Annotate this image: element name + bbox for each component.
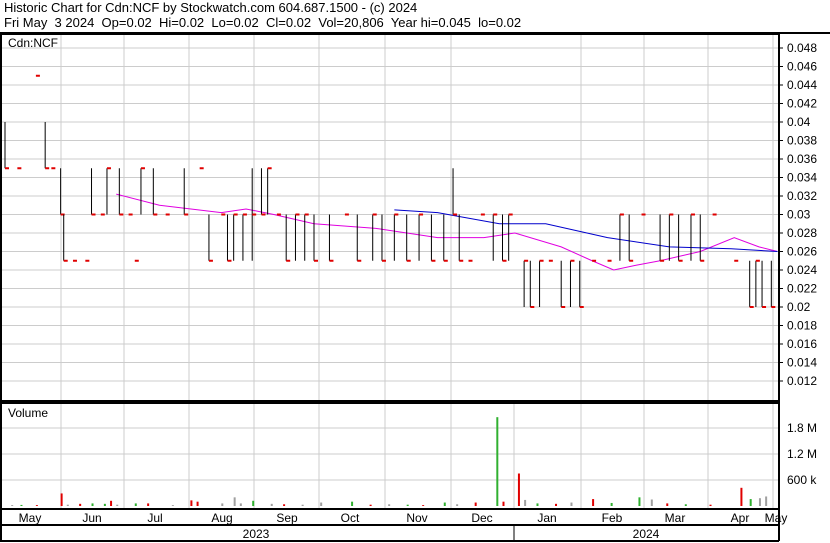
volume-bar <box>474 502 477 506</box>
volume-bar <box>502 501 505 506</box>
month-label: May <box>765 511 788 525</box>
stock-chart: Historic Chart for Cdn:NCF by Stockwatch… <box>0 0 830 543</box>
volume-bar <box>709 504 712 506</box>
volume-bar <box>320 502 323 506</box>
price-panel-border <box>0 33 780 402</box>
month-label: Apr <box>731 511 750 525</box>
volume-bar <box>758 498 761 506</box>
volume-bar <box>60 493 63 506</box>
volume-bar <box>190 500 193 506</box>
volume-bar <box>283 504 286 506</box>
volume-bar <box>443 502 446 506</box>
volume-bar <box>749 499 752 506</box>
volume-bar <box>555 503 558 506</box>
volume-bar <box>79 503 82 506</box>
volume-bar <box>592 499 595 506</box>
volume-bar <box>517 473 520 506</box>
moving-average-long <box>394 209 778 252</box>
volume-bar <box>20 504 23 506</box>
price-tick-label: 0.032 <box>787 189 817 203</box>
volume-bar <box>171 505 174 506</box>
volume-tick-label: 1.2 M <box>787 447 817 461</box>
volume-bar <box>610 502 613 506</box>
price-tick-label: 0.042 <box>787 97 817 111</box>
price-tick-label: 0.036 <box>787 152 817 166</box>
month-label: Sep <box>276 511 298 525</box>
price-tick-label: 0.048 <box>787 41 817 55</box>
volume-bar <box>351 501 354 506</box>
month-label: Dec <box>471 511 492 525</box>
month-label: May <box>19 511 42 525</box>
chart-canvas: 0.048 0.046 0.044 0.042 0.04 0.038 0.036 0.034 0… <box>0 32 830 542</box>
volume-bar <box>116 504 119 506</box>
volume-bar <box>570 502 573 506</box>
price-tick-label: 0.028 <box>787 226 817 240</box>
volume-bar <box>221 503 224 506</box>
volume-bar <box>524 499 527 506</box>
price-tick-label: 0.026 <box>787 245 817 259</box>
price-tick-label: 0.024 <box>787 263 817 277</box>
volume-bar <box>35 505 38 506</box>
volume-bar <box>388 504 391 506</box>
price-tick-label: 0.03 <box>787 208 811 222</box>
volume-bar <box>196 501 199 506</box>
volume-bar <box>91 503 94 506</box>
volume-tick-label: 600 k <box>787 473 817 487</box>
volume-bar <box>765 496 768 506</box>
volume-bar <box>740 487 743 506</box>
price-tick-label: 0.012 <box>787 374 817 388</box>
volume-bar <box>456 504 459 506</box>
month-label: Nov <box>406 511 427 525</box>
month-label: Mar <box>665 511 686 525</box>
year-label: 2024 <box>633 527 660 541</box>
volume-tick-label: 1.8 M <box>787 421 817 435</box>
month-label: Jul <box>147 511 162 525</box>
volume-bar <box>369 504 372 506</box>
volume-bar <box>666 503 669 506</box>
volume-bar <box>301 504 304 506</box>
volume-bar <box>684 504 687 506</box>
price-tick-label: 0.018 <box>787 319 817 333</box>
month-label: Jan <box>537 511 556 525</box>
volume-bar <box>252 500 255 506</box>
price-tick-label: 0.014 <box>787 356 817 370</box>
volume-bar <box>11 505 14 506</box>
volume-bar <box>239 503 242 506</box>
month-label: Oct <box>341 511 360 525</box>
volume-bar <box>147 503 150 506</box>
volume-bar <box>406 504 409 506</box>
price-tick-label: 0.044 <box>787 78 817 92</box>
price-tick-label: 0.034 <box>787 171 817 185</box>
symbol-label: Cdn:NCF <box>8 36 58 50</box>
volume-bar <box>134 503 137 506</box>
volume-bar <box>66 504 69 506</box>
year-label: 2023 <box>243 527 270 541</box>
month-label: Aug <box>211 511 232 525</box>
month-label: Jun <box>82 511 101 525</box>
price-tick-label: 0.016 <box>787 337 817 351</box>
volume-bar <box>496 417 499 506</box>
volume-bar <box>233 497 236 506</box>
price-tick-label: 0.02 <box>787 300 811 314</box>
volume-bar <box>638 497 641 506</box>
price-tick-label: 0.038 <box>787 134 817 148</box>
volume-bar <box>536 503 539 506</box>
volume-panel-border <box>0 402 780 510</box>
volume-bar <box>650 499 653 506</box>
volume-bar <box>110 500 113 506</box>
volume-bar <box>422 505 425 506</box>
month-label: Feb <box>602 511 623 525</box>
price-tick-label: 0.046 <box>787 60 817 74</box>
price-tick-label: 0.022 <box>787 282 817 296</box>
volume-bar <box>103 503 106 506</box>
volume-label: Volume <box>8 406 48 420</box>
volume-bar <box>270 503 273 506</box>
price-tick-label: 0.04 <box>787 115 811 129</box>
